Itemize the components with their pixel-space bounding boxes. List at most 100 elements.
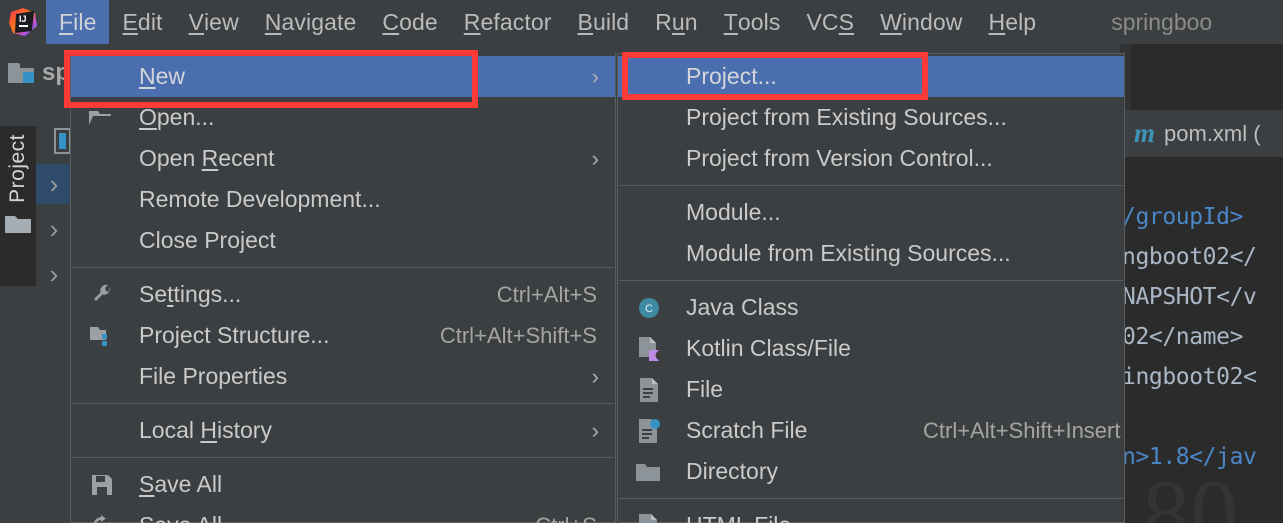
menu-run[interactable]: Run	[642, 0, 711, 44]
tree-file-icon	[54, 128, 71, 154]
menu-item-accel: Ctrl+Alt+Shift+S	[439, 322, 597, 348]
tree-row[interactable]: ›	[36, 209, 72, 249]
submenu-item-module-from-existing-sources[interactable]: Module from Existing Sources...	[618, 233, 1124, 274]
submenu-item-module[interactable]: Module...	[618, 192, 1124, 233]
menu-item-close-project[interactable]: Close Project	[71, 220, 615, 261]
code-line-2: NAPSHOT</v	[1122, 284, 1257, 310]
submenu-item-project-from-existing-sources[interactable]: Project from Existing Sources...	[618, 97, 1124, 138]
submenu-item-label: Module...	[686, 199, 781, 225]
menu-item-remote-development[interactable]: Remote Development...	[71, 179, 615, 220]
save-icon	[89, 472, 115, 498]
menu-separator	[619, 498, 1123, 499]
folder-icon	[5, 213, 31, 238]
menu-separator	[72, 403, 614, 404]
menu-item-save-all[interactable]: Save All	[71, 464, 615, 505]
submenu-item-label: Kotlin Class/File	[686, 335, 851, 361]
menu-separator	[72, 267, 614, 268]
menu-code[interactable]: Code	[369, 0, 450, 44]
menu-item-new[interactable]: New ›	[71, 56, 615, 97]
menu-item-label: File Properties	[139, 363, 288, 389]
code-line-0: /groupId>	[1122, 204, 1244, 230]
menu-help[interactable]: Help	[975, 0, 1049, 44]
menu-window[interactable]: Window	[867, 0, 975, 44]
menu-file-rest: ile	[73, 8, 97, 35]
menu-vcs[interactable]: VC S	[793, 0, 867, 44]
menu-edit[interactable]: Edit	[109, 0, 175, 44]
submenu-item-label: Java Class	[686, 294, 799, 320]
code-line-3: 02</name>	[1122, 324, 1244, 350]
kotlin-class-icon	[636, 336, 662, 362]
menu-item-open-recent[interactable]: Open Recent ›	[71, 138, 615, 179]
file-menu-popup: New › Open... Open Recent › Remote Devel…	[70, 53, 616, 523]
chevron-right-icon: ›	[591, 63, 599, 89]
submenu-item-html-file[interactable]: H HTML File	[618, 505, 1124, 523]
chevron-right-icon: ›	[49, 169, 59, 199]
menu-separator	[72, 457, 614, 458]
menu-item-local-history[interactable]: Local History ›	[71, 410, 615, 451]
editor-tab-pom-xml[interactable]: m pom.xml (	[1120, 110, 1283, 158]
menu-item-accel: Ctrl+S	[535, 513, 597, 523]
submenu-item-label: Scratch File	[686, 417, 808, 443]
menu-item-file-properties[interactable]: File Properties ›	[71, 356, 615, 397]
submenu-item-label: Project...	[686, 63, 777, 89]
submenu-item-project-from-version-control[interactable]: Project from Version Control...	[618, 138, 1124, 179]
editor-tab-label: pom.xml (	[1164, 120, 1261, 146]
menu-file[interactable]: File	[46, 0, 110, 44]
code-line-1: ngboot02</	[1122, 244, 1257, 270]
java-class-icon: C	[636, 295, 662, 321]
svg-text:IJ: IJ	[19, 14, 27, 24]
intellij-idea-logo-icon: IJ	[0, 0, 46, 44]
project-tree-panel: › › ›	[36, 44, 72, 523]
project-root-label: sp	[42, 59, 71, 86]
window-title: springboo	[1111, 8, 1213, 35]
html-file-icon: H	[636, 513, 662, 523]
submenu-item-java-class[interactable]: C Java Class	[618, 287, 1124, 328]
tree-row[interactable]: ›	[36, 164, 72, 204]
maven-m-icon: m	[1134, 118, 1156, 148]
menu-build[interactable]: Build	[565, 0, 643, 44]
submenu-item-file[interactable]: File	[618, 369, 1124, 410]
menu-item-open[interactable]: Open...	[71, 97, 615, 138]
project-folder-icon	[8, 63, 34, 83]
submenu-item-label: Project from Existing Sources...	[686, 104, 1007, 130]
code-line-4: ingboot02<	[1122, 364, 1257, 390]
new-submenu-popup: Project... Project from Existing Sources…	[617, 53, 1125, 523]
submenu-item-label: HTML File	[686, 512, 791, 523]
submenu-item-directory[interactable]: Directory	[618, 451, 1124, 492]
project-root-node[interactable]: sp	[8, 56, 70, 90]
wrench-icon	[89, 282, 115, 308]
menu-item-accel: Ctrl+Alt+S	[496, 281, 597, 307]
main-menu-bar: IJ File Edit View Navigate Code Refactor…	[0, 0, 1283, 44]
editor-code-view[interactable]: 80 /groupId> ngboot02</ NAPSHOT</v 02</n…	[1120, 158, 1283, 523]
menu-item-reload-all-from-disk[interactable]: Save All Ctrl+S	[71, 505, 615, 523]
svg-text:C: C	[645, 303, 653, 315]
menu-tools[interactable]: Tools	[711, 0, 794, 44]
submenu-item-project[interactable]: Project...	[618, 56, 1124, 97]
menu-view[interactable]: View	[176, 0, 252, 44]
sidebar-item-project[interactable]: Project	[0, 126, 36, 286]
submenu-item-kotlin-class-file[interactable]: Kotlin Class/File	[618, 328, 1124, 369]
chevron-right-icon: ›	[591, 363, 599, 389]
project-structure-icon	[89, 323, 115, 349]
menu-item-label: Close Project	[139, 227, 276, 253]
menu-item-label: Save All	[139, 512, 222, 523]
submenu-item-label: Directory	[686, 458, 779, 484]
scratch-file-icon	[636, 418, 662, 444]
file-icon	[636, 377, 662, 403]
menu-navigate[interactable]: Navigate	[252, 0, 370, 44]
menu-item-settings[interactable]: Settings... Ctrl+Alt+S	[71, 274, 615, 315]
reload-icon	[89, 513, 115, 523]
editor-area: m pom.xml ( 80 /groupId> ngboot02</ NAPS…	[1120, 44, 1283, 523]
tool-window-label: Project	[6, 134, 29, 203]
folder-open-icon	[89, 105, 115, 131]
tree-row[interactable]: ›	[36, 254, 72, 294]
submenu-item-scratch-file[interactable]: Scratch File Ctrl+Alt+Shift+Insert	[618, 410, 1124, 451]
menu-refactor[interactable]: Refactor	[451, 0, 565, 44]
submenu-item-label: File	[686, 376, 724, 402]
chevron-right-icon: ›	[49, 259, 59, 289]
directory-icon	[636, 459, 662, 485]
menu-separator	[619, 185, 1123, 186]
menu-item-project-structure[interactable]: Project Structure... Ctrl+Alt+Shift+S	[71, 315, 615, 356]
code-line-5: n>1.8</jav	[1122, 444, 1257, 470]
chevron-right-icon: ›	[591, 417, 599, 443]
